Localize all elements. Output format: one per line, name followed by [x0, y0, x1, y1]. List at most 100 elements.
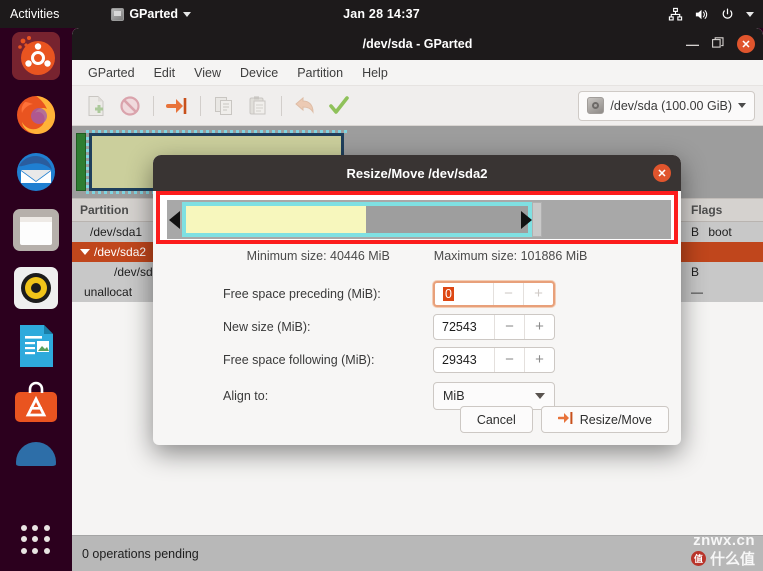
move-left-arrow-icon[interactable]	[169, 210, 180, 229]
volume-icon[interactable]	[694, 7, 709, 22]
partition-resize-slider[interactable]	[167, 200, 671, 239]
maximum-size-label: Maximum size: 101886 MiB	[433, 249, 588, 263]
grid-dot	[43, 536, 50, 543]
toolbar: /dev/sda (100.00 GiB)	[72, 86, 763, 126]
new-partition-icon[interactable]	[80, 91, 112, 121]
grid-dot	[43, 547, 50, 554]
cell-partition: /dev/sda2	[94, 245, 147, 259]
libreoffice-writer-icon[interactable]	[12, 322, 60, 370]
selected-partition-region[interactable]	[182, 202, 532, 237]
field-row-free-preceding: Free space preceding (MiB): 0 − +	[181, 277, 653, 310]
chevron-down-icon[interactable]	[746, 11, 754, 17]
ubuntu-logo-icon[interactable]	[12, 32, 60, 80]
show-applications-button[interactable]	[21, 525, 51, 555]
status-bar: 0 operations pending	[72, 535, 763, 571]
align-to-value: MiB	[443, 389, 465, 403]
following-free-space-region	[542, 202, 671, 237]
spin-minus-button[interactable]: −	[494, 347, 524, 372]
thunderbird-icon[interactable]	[12, 148, 60, 196]
help-icon[interactable]	[12, 438, 60, 466]
spin-value-free-space-following[interactable]: 29343	[434, 353, 494, 367]
expander-icon[interactable]	[80, 249, 90, 255]
spin-plus-button[interactable]: +	[523, 282, 553, 305]
grid-dot	[21, 547, 27, 554]
dialog-buttons: Cancel Resize/Move	[459, 406, 669, 433]
device-selector-label: /dev/sda (100.00 GiB)	[610, 98, 732, 113]
spin-minus-button[interactable]: −	[494, 314, 524, 339]
maximize-button[interactable]	[712, 37, 724, 51]
spin-value-free-space-preceding[interactable]: 0	[435, 286, 493, 301]
chevron-down-icon	[738, 103, 746, 108]
screen: Activities GParted Jan 28 14:37 /dev/sda…	[0, 0, 763, 571]
menu-view[interactable]: View	[186, 63, 229, 83]
resize-widget-highlight	[156, 191, 678, 244]
firefox-icon[interactable]	[12, 90, 60, 138]
minimum-size-label: Minimum size: 40446 MiB	[246, 249, 390, 263]
spinbutton-new-size[interactable]: 72543 − +	[433, 313, 555, 340]
size-info: Minimum size: 40446 MiB Maximum size: 10…	[153, 249, 681, 263]
menubar: GParted Edit View Device Partition Help	[72, 60, 763, 86]
grid-dot	[32, 547, 39, 554]
cell-size-suffix: B	[691, 225, 700, 239]
label-new-size: New size (MiB):	[223, 319, 311, 334]
system-tray[interactable]	[668, 7, 754, 22]
cell-flags: boot	[708, 225, 732, 239]
label-align-to: Align to:	[223, 389, 269, 403]
grid-dot	[32, 536, 39, 543]
page-title: /dev/sda - GParted	[362, 37, 473, 51]
grid-dot	[21, 525, 27, 531]
delete-partition-icon[interactable]	[114, 91, 146, 121]
minimize-button[interactable]: —	[686, 38, 699, 51]
toolbar-separator	[200, 95, 201, 116]
cell-flags: —	[691, 285, 703, 299]
field-row-new-size: New size (MiB): 72543 − +	[181, 310, 653, 343]
resize-form: Free space preceding (MiB): 0 − + New si…	[153, 277, 681, 416]
grid-dot	[21, 536, 27, 543]
undo-icon[interactable]	[289, 91, 321, 121]
used-space-block	[186, 206, 366, 233]
device-selector[interactable]: /dev/sda (100.00 GiB)	[578, 90, 755, 121]
move-right-arrow-icon[interactable]	[521, 211, 532, 229]
menu-gparted[interactable]: GParted	[80, 63, 143, 83]
paste-icon[interactable]	[242, 91, 274, 121]
label-free-space-following: Free space following (MiB):	[223, 352, 375, 367]
resize-move-button-label: Resize/Move	[579, 412, 652, 427]
grid-dot	[43, 525, 50, 531]
toolbar-separator	[281, 95, 282, 116]
spin-plus-button[interactable]: +	[524, 347, 554, 372]
spin-value-new-size[interactable]: 72543	[434, 320, 494, 334]
resize-move-button[interactable]: Resize/Move	[540, 406, 669, 433]
chevron-down-icon	[535, 393, 545, 399]
grid-dot	[32, 525, 39, 531]
resize-handle-right[interactable]	[521, 202, 542, 237]
copy-icon[interactable]	[208, 91, 240, 121]
gnome-top-bar: Activities GParted Jan 28 14:37	[0, 0, 763, 28]
spinbutton-free-space-following[interactable]: 29343 − +	[433, 346, 555, 373]
cancel-button[interactable]: Cancel	[459, 406, 533, 433]
rhythmbox-icon[interactable]	[12, 264, 60, 312]
menu-device[interactable]: Device	[232, 63, 286, 83]
power-icon[interactable]	[720, 7, 735, 22]
cell-size-suffix: B	[691, 265, 700, 279]
close-button[interactable]: ✕	[737, 35, 755, 53]
spin-plus-button[interactable]: +	[524, 314, 554, 339]
dialog-titlebar: Resize/Move /dev/sda2 ✕	[153, 155, 681, 191]
network-icon[interactable]	[668, 7, 683, 22]
menu-help[interactable]: Help	[354, 63, 396, 83]
column-header-flags[interactable]: Flags	[691, 203, 763, 217]
label-free-space-preceding: Free space preceding (MiB):	[223, 286, 381, 301]
menu-partition[interactable]: Partition	[289, 63, 351, 83]
menu-edit[interactable]: Edit	[146, 63, 184, 83]
cell-partition: /dev/sd	[114, 265, 153, 279]
apply-icon[interactable]	[323, 91, 355, 121]
spin-minus-button[interactable]: −	[493, 282, 523, 305]
resize-move-icon[interactable]	[161, 91, 193, 121]
clock[interactable]: Jan 28 14:37	[0, 7, 763, 21]
harddisk-icon	[587, 97, 605, 114]
spinbutton-free-space-preceding[interactable]: 0 − +	[433, 280, 555, 307]
files-icon[interactable]	[12, 206, 60, 254]
device-bar	[76, 133, 86, 191]
ubuntu-software-icon[interactable]	[12, 380, 60, 428]
dialog-close-button[interactable]: ✕	[653, 164, 671, 182]
unused-space-block	[366, 206, 528, 233]
